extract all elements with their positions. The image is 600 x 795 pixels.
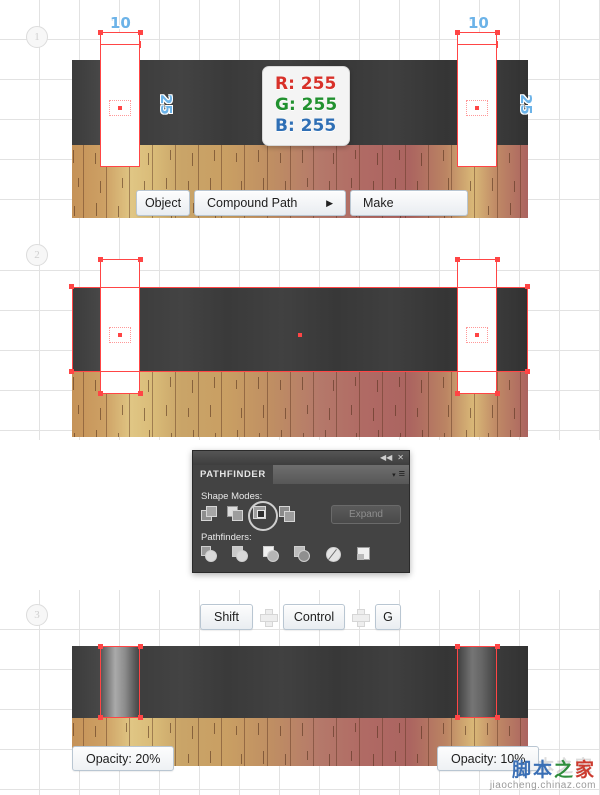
center-point [475,106,479,110]
measure-label-width-right: 10 [468,14,489,32]
anchor-point [495,257,500,262]
key-g[interactable]: G [375,604,401,630]
anchor-point [455,30,460,35]
shape-mode-minus-front-icon[interactable] [227,505,245,524]
anchor-point [455,715,460,720]
measure-label-height-left: 25 [157,94,175,115]
anchor-point [525,369,530,374]
shape-modes-row: Expand [201,500,401,531]
pathfinder-body: Shape Modes: Expand Pathfinders: [193,484,409,572]
anchor-point [69,369,74,374]
anchor-point [495,644,500,649]
menu-item-object[interactable]: Object [136,190,190,216]
anchor-point [98,30,103,35]
pathfinder-palette: ◀◀ ✕ PATHFINDER ▾ ≡ Shape Modes: Expand … [192,450,410,573]
step-badge-3: 3 [26,604,48,626]
color-readout-tooltip: R: 255 G: 255 B: 255 [262,66,351,146]
menu-item-compound-path-label: Compound Path [207,196,298,210]
pathfinder-minus-back-icon[interactable] [356,546,374,564]
measure-label-height-right: 25 [517,94,535,115]
anchor-point [138,391,143,396]
center-point-bar [298,333,302,337]
pathfinder-merge-icon[interactable] [263,546,281,564]
panel-menu-area: ▾ ≡ [272,465,409,484]
close-icon[interactable]: ✕ [397,454,404,462]
measure-cap [497,41,498,48]
pathfinder-divide-icon[interactable] [201,546,219,564]
measure-label-width-left: 10 [110,14,131,32]
shape-mode-unite-icon[interactable] [201,505,219,524]
anchor-point [138,30,143,35]
anchor-point [495,30,500,35]
tutorial-step-1-canvas: 1 10 10 25 25 R: 255 G: 255 B: 255 Objec… [0,0,600,231]
menu-path-compound: Object Compound Path ▶ Make [136,190,468,216]
anchor-point [455,391,460,396]
key-shift[interactable]: Shift [200,604,253,630]
anchor-point [525,284,530,289]
anchor-point [98,391,103,396]
opacity-label-left: Opacity: 20% [72,746,175,771]
anchor-point [138,715,143,720]
pathfinder-crop-icon[interactable] [294,546,312,564]
shape-modes-label: Shape Modes: [201,491,263,502]
key-control[interactable]: Control [283,604,345,630]
anchor-point [455,257,460,262]
pathfinder-outline-icon[interactable] [325,546,343,564]
submenu-arrow-icon: ▶ [326,197,333,208]
menu-item-compound-path[interactable]: Compound Path ▶ [194,190,346,216]
hamburger-menu-icon[interactable]: ≡ [399,469,405,480]
measure-bar-left [100,44,140,45]
highlight-overlay-right [457,646,497,718]
readout-green: G: 255 [275,95,338,115]
readout-red: R: 255 [275,74,337,94]
collapse-icon[interactable]: ◀◀ [380,454,392,462]
measure-cap [457,41,458,48]
menu-item-make[interactable]: Make [350,190,468,216]
artwork-step-2 [69,257,530,437]
opacity-label-right: Opacity: 10% [437,746,540,771]
pathfinders-row [201,546,401,564]
anchor-point [98,644,103,649]
pathfinder-panel-section: ◀◀ ✕ PATHFINDER ▾ ≡ Shape Modes: Expand … [0,440,600,590]
readout-blue: B: 255 [275,116,337,136]
watermark-url: jiaocheng.chinaz.com [489,780,596,791]
highlight-overlay-left [100,646,140,718]
chevron-down-icon[interactable]: ▾ [392,471,396,479]
measure-cap [100,41,101,48]
expand-button[interactable]: Expand [331,505,401,524]
center-point [118,106,122,110]
tutorial-step-2-canvas: 2 [0,231,600,440]
plus-icon [260,609,278,627]
step-badge-1: 1 [26,26,48,48]
measure-cap [140,41,141,48]
tab-pathfinder[interactable]: PATHFINDER [193,465,273,484]
anchor-point [455,644,460,649]
anchor-point [69,284,74,289]
pathfinder-tabrow: PATHFINDER ▾ ≡ [193,465,409,484]
measure-bar-right [457,44,497,45]
pathfinder-titlebar: ◀◀ ✕ [193,451,409,465]
pathfinders-label: Pathfinders: [201,532,252,543]
tutorial-step-3-canvas: 3 Shift Control G Opacity: 20% Opacity: … [0,590,600,795]
plus-icon [352,609,370,627]
step-badge-2: 2 [26,244,48,266]
center-point [118,333,122,337]
anchor-point [138,257,143,262]
pathfinder-trim-icon[interactable] [232,546,250,564]
shape-mode-intersect-icon[interactable] [248,500,278,531]
anchor-point [495,715,500,720]
anchor-point [98,715,103,720]
anchor-point [495,391,500,396]
center-point [475,333,479,337]
anchor-point [138,644,143,649]
shape-mode-exclude-icon[interactable] [279,505,297,524]
keyboard-shortcut-group: Shift Control G [200,604,401,630]
anchor-point [98,257,103,262]
